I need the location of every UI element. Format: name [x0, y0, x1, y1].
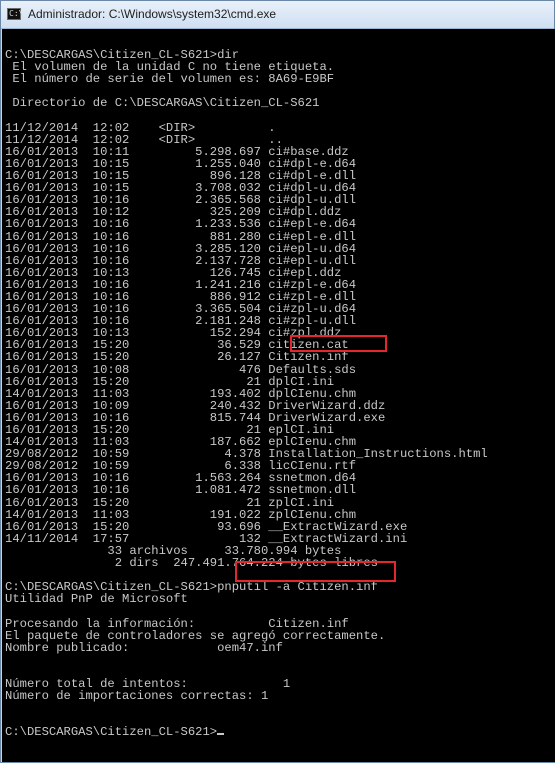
console-line: El paquete de controladores se agregó co… — [5, 628, 386, 643]
text-cursor — [217, 733, 225, 736]
console-line: 14/01/2013 11:03 193.402 dplCIenu.chm — [5, 386, 357, 401]
console-line: Directorio de C:\DESCARGAS\Citizen_CL-S6… — [5, 96, 320, 111]
window-title: Administrador: C:\Windows\system32\cmd.e… — [28, 7, 277, 21]
highlight-pnputil-command — [235, 561, 396, 582]
console-line: 16/01/2013 15:20 26.127 Citizen.inf — [5, 350, 349, 365]
highlight-citizen-inf — [290, 335, 387, 352]
console-line: Nombre publicado: oem47.inf — [5, 640, 283, 655]
console-line: 16/01/2013 10:16 3.285.120 ci#epl-u.d64 — [5, 241, 357, 256]
console-output[interactable]: C:\DESCARGAS\Citizen_CL-S621>dir El volu… — [2, 29, 555, 762]
console-line: El número de serie del volumen es: 8A69-… — [5, 72, 335, 87]
cmd-app-icon[interactable]: C:\ — [7, 8, 24, 20]
console-line: 16/01/2013 15:20 21 dplCI.ini — [5, 374, 335, 389]
console-line: Número de importaciones correctas: 1 — [5, 689, 269, 704]
console-line: C:\DESCARGAS\Citizen_CL-S621> — [5, 726, 488, 738]
console-line: 16/01/2013 10:16 1.081.472 ssnetmon.dll — [5, 483, 357, 498]
console-line: 16/01/2013 15:20 21 zplCI.ini — [5, 495, 335, 510]
console-line: 14/01/2013 11:03 191.022 zplCIenu.chm — [5, 507, 357, 522]
console-line: Utilidad PnP de Microsoft — [5, 592, 188, 607]
console-line: Procesando la información: Citizen.inf — [5, 616, 349, 631]
cmd-app-icon-text: C:\ — [9, 9, 24, 18]
console-line: 16/01/2013 10:16 881.280 ci#epl-e.dll — [5, 229, 357, 244]
console-line: 16/01/2013 10:16 1.233.536 ci#epl-e.d64 — [5, 217, 357, 232]
console-line: 11/12/2014 12:02 <DIR> . — [5, 120, 276, 135]
console-line: 16/01/2013 10:08 476 Defaults.sds — [5, 362, 357, 377]
console-lines: C:\DESCARGAS\Citizen_CL-S621>dir El volu… — [5, 37, 488, 739]
cmd-window: C:\ Administrador: C:\Windows\system32\c… — [0, 0, 555, 763]
console-line: 16/01/2013 10:16 2.137.728 ci#epl-u.dll — [5, 253, 357, 268]
title-bar[interactable]: C:\ Administrador: C:\Windows\system32\c… — [1, 1, 554, 29]
